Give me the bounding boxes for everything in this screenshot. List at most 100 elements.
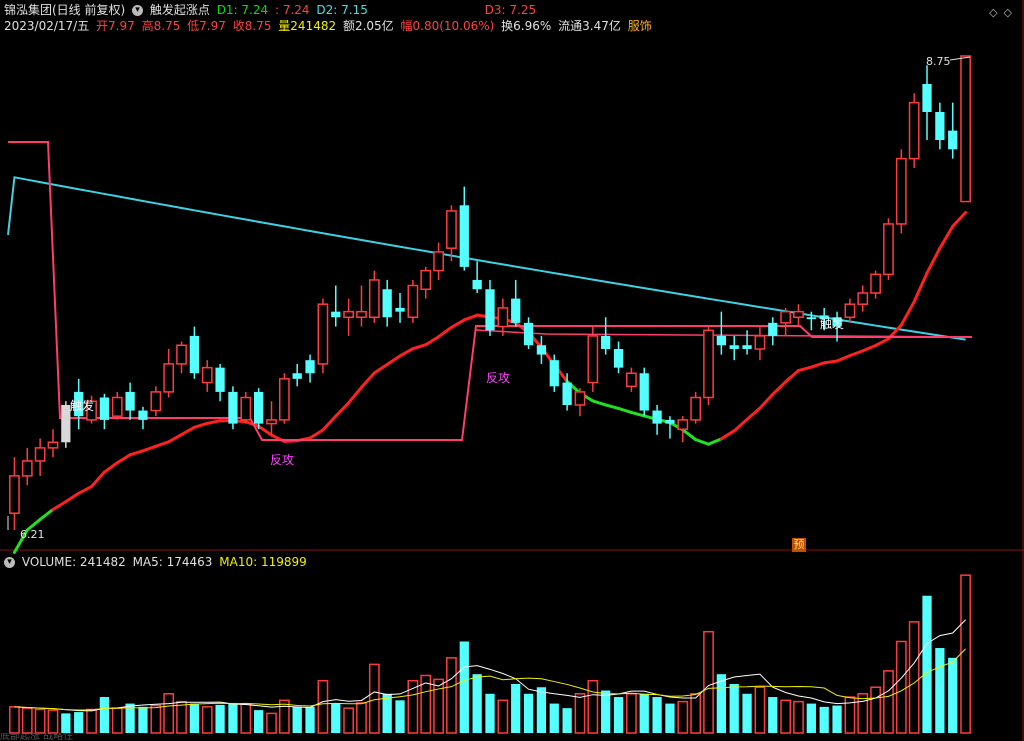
support-line-segment bbox=[167, 433, 184, 444]
volume-bar-down bbox=[511, 683, 521, 733]
volume-bar-down bbox=[665, 703, 675, 733]
candle-body-up bbox=[176, 344, 187, 365]
support-line-segment bbox=[77, 485, 94, 495]
volume-bar-down bbox=[228, 702, 238, 733]
support-line-segment bbox=[707, 437, 723, 446]
candle-body-down bbox=[613, 348, 624, 368]
volume-bar-up bbox=[317, 679, 329, 734]
support-line-segment bbox=[848, 349, 865, 358]
volume-bar-down bbox=[331, 703, 341, 733]
candle-body-down bbox=[511, 298, 521, 323]
support-line-segment bbox=[64, 491, 81, 504]
candle-body-up bbox=[844, 303, 856, 319]
candle-body-down bbox=[716, 335, 726, 346]
candle-body-down bbox=[768, 322, 778, 336]
volume-bar-down bbox=[806, 703, 816, 733]
candle-body-down bbox=[523, 322, 534, 346]
support-line-segment bbox=[141, 444, 158, 453]
candle-body-down bbox=[138, 410, 148, 420]
forecast-badge[interactable]: 预 bbox=[792, 538, 806, 552]
volume-bar-up bbox=[895, 640, 907, 734]
volume-bar-down bbox=[935, 648, 945, 733]
volume-bar-up bbox=[690, 693, 702, 734]
volume-bar-down bbox=[254, 710, 264, 733]
volume-bar-up bbox=[356, 702, 367, 734]
candle-body-up bbox=[111, 396, 123, 417]
support-line-segment bbox=[321, 414, 338, 432]
candle-body-up bbox=[47, 441, 59, 449]
support-line-segment bbox=[372, 362, 389, 375]
support-line-segment bbox=[437, 325, 453, 339]
price-low-label: 6.21 bbox=[20, 528, 45, 541]
candle-body-up bbox=[356, 310, 367, 319]
kline-chart[interactable]: 8.75 6.21 触发 触发 反攻 反攻 bbox=[0, 0, 1024, 741]
support-line-segment bbox=[822, 359, 839, 365]
volume-bar-up bbox=[433, 678, 444, 734]
support-line-segment bbox=[809, 361, 826, 369]
support-line-segment bbox=[115, 453, 132, 465]
volume-bar-down bbox=[742, 693, 752, 733]
volume-bar-down bbox=[948, 657, 958, 733]
candle-body-down bbox=[806, 317, 816, 320]
candle-body-down bbox=[549, 360, 559, 387]
volume-bar-down bbox=[292, 706, 302, 733]
volume-bar-down bbox=[652, 697, 662, 733]
candle-body-down bbox=[331, 311, 341, 318]
volume-bar-down bbox=[922, 595, 932, 733]
support-line-segment bbox=[449, 318, 466, 329]
volume-bar-down bbox=[472, 674, 482, 733]
candle-body-up bbox=[433, 251, 444, 272]
volume-bar-up bbox=[111, 707, 123, 734]
candle-body-up bbox=[780, 310, 792, 324]
candle-body-up bbox=[317, 303, 329, 365]
candle-body-up bbox=[266, 419, 277, 425]
candle-body-up bbox=[497, 307, 509, 328]
volume-bar-down bbox=[549, 703, 559, 733]
bottom-tab-strip[interactable]: 底部起涨 战略性 bbox=[0, 733, 1024, 741]
volume-bar-up bbox=[677, 700, 689, 734]
volume-bar-up bbox=[47, 709, 59, 734]
candle-body-up bbox=[870, 273, 881, 294]
support-line-segment bbox=[758, 392, 775, 410]
volume-bar-up bbox=[34, 708, 46, 734]
candle-body-up bbox=[420, 269, 432, 291]
volume-bar-up bbox=[908, 621, 920, 734]
volume-bar-down bbox=[485, 693, 495, 733]
candle-body-up bbox=[895, 157, 907, 225]
support-line-segment bbox=[192, 421, 209, 429]
support-line-segment bbox=[617, 406, 633, 414]
candle-body-up bbox=[240, 396, 252, 421]
candle-body-down bbox=[254, 391, 264, 424]
volume-bar-up bbox=[86, 708, 97, 734]
candle-body-up bbox=[626, 372, 637, 388]
candle-body-down bbox=[729, 345, 739, 349]
support-line-segment bbox=[38, 507, 55, 521]
volume-bar-up bbox=[163, 693, 175, 734]
candle-body-down bbox=[665, 419, 675, 424]
support-line-segment bbox=[629, 410, 646, 418]
support-line-segment bbox=[796, 365, 813, 373]
support-line-segment bbox=[694, 438, 711, 446]
candle-body-down bbox=[215, 367, 225, 392]
candle-body-down bbox=[228, 391, 238, 424]
volume-bar-up bbox=[857, 693, 869, 734]
support-line-segment bbox=[359, 371, 376, 389]
volume-bar-up bbox=[883, 670, 894, 734]
support-line-segment bbox=[257, 424, 273, 437]
volume-bar-up bbox=[780, 699, 792, 734]
candle-body-up bbox=[9, 475, 20, 514]
candle-body-down bbox=[562, 382, 572, 405]
volume-bar-down bbox=[832, 705, 842, 733]
candle-body-down bbox=[948, 130, 958, 150]
volume-bar-up bbox=[368, 663, 380, 734]
support-line-segment bbox=[308, 428, 325, 440]
support-line-segment bbox=[180, 425, 196, 437]
volume-bar-down bbox=[562, 708, 572, 733]
candle-body-up bbox=[278, 378, 290, 421]
candle-body-down bbox=[99, 397, 110, 420]
support-line-segment bbox=[938, 224, 955, 250]
candle-body-up bbox=[163, 363, 175, 393]
support-line-segment bbox=[925, 246, 942, 275]
volume-bar-up bbox=[201, 706, 213, 734]
candle-body-up bbox=[150, 391, 162, 412]
